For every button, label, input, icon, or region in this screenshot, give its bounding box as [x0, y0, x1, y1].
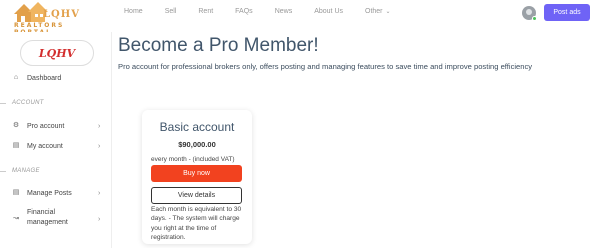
chevron-right-icon: ›: [98, 142, 101, 150]
online-status-dot: [532, 16, 537, 21]
sidebar-logo[interactable]: LQHV: [20, 40, 94, 66]
sidebar-item-label: My account: [27, 142, 63, 150]
sidebar: LQHV ⌂ Dashboard ACCOUNT ⚙ Pro account ›…: [0, 32, 112, 248]
plan-description: Each month is equivalent to 30 days. - T…: [151, 206, 242, 242]
nav-rent[interactable]: Rent: [198, 8, 213, 15]
home-icon: ⌂: [13, 74, 19, 81]
nav-about-us[interactable]: About Us: [314, 8, 343, 15]
section-manage: MANAGE: [0, 168, 40, 174]
sidebar-item-label: Dashboard: [27, 74, 62, 82]
chevron-right-icon: ›: [98, 215, 101, 223]
nav-other-dropdown[interactable]: Other ⌄: [365, 8, 391, 15]
sidebar-item-my-account[interactable]: ▤ My account ›: [0, 139, 112, 153]
sidebar-item-label-line1: Financial: [27, 209, 56, 216]
sidebar-item-financial-management[interactable]: ↝ Financial management ›: [0, 209, 112, 226]
plan-title: Basic account: [159, 120, 235, 134]
nav-home[interactable]: Home: [124, 8, 143, 15]
page-subtitle: Pro account for professional brokers onl…: [118, 62, 533, 71]
sidebar-item-label-line2: management: [27, 219, 68, 226]
chart-icon: ↝: [13, 215, 19, 222]
nav-sell[interactable]: Sell: [165, 8, 177, 15]
plan-price: $90,000.00: [178, 140, 216, 149]
id-card-icon: ▤: [12, 142, 20, 149]
page-title: Become a Pro Member!: [118, 35, 319, 56]
chevron-down-icon: ⌄: [385, 9, 391, 15]
chevron-right-icon: ›: [98, 122, 101, 130]
sidebar-item-label: Financial management: [27, 208, 68, 228]
sidebar-item-label: Pro account: [27, 122, 65, 130]
list-icon: ▤: [12, 189, 20, 196]
site-logo[interactable]: LQHV REALTORS PORTAL: [2, 0, 102, 36]
gear-icon: ⚙: [12, 122, 20, 129]
sidebar-item-dashboard[interactable]: ⌂ Dashboard: [0, 71, 112, 85]
post-ads-button[interactable]: Post ads: [544, 4, 590, 21]
section-account: ACCOUNT: [0, 100, 44, 106]
main-nav: Home Sell Rent FAQs News About Us Other ⌄: [124, 8, 413, 15]
logo-word: LQHV: [43, 9, 80, 20]
nav-faqs[interactable]: FAQs: [235, 8, 253, 15]
view-details-button[interactable]: View details: [151, 187, 242, 204]
sidebar-item-pro-account[interactable]: ⚙ Pro account ›: [0, 119, 112, 133]
plan-period-note: every month - (included VAT): [151, 156, 235, 163]
sidebar-item-manage-posts[interactable]: ▤ Manage Posts ›: [0, 186, 112, 200]
nav-other-label: Other: [365, 8, 383, 15]
chevron-right-icon: ›: [98, 189, 101, 197]
sidebar-item-label: Manage Posts: [27, 189, 72, 197]
buy-now-button[interactable]: Buy now: [151, 165, 242, 182]
nav-news[interactable]: News: [275, 8, 293, 15]
plan-card-basic: Basic account $90,000.00 every month - (…: [142, 110, 252, 244]
top-navbar: LQHV REALTORS PORTAL Home Sell Rent FAQs…: [0, 0, 602, 36]
